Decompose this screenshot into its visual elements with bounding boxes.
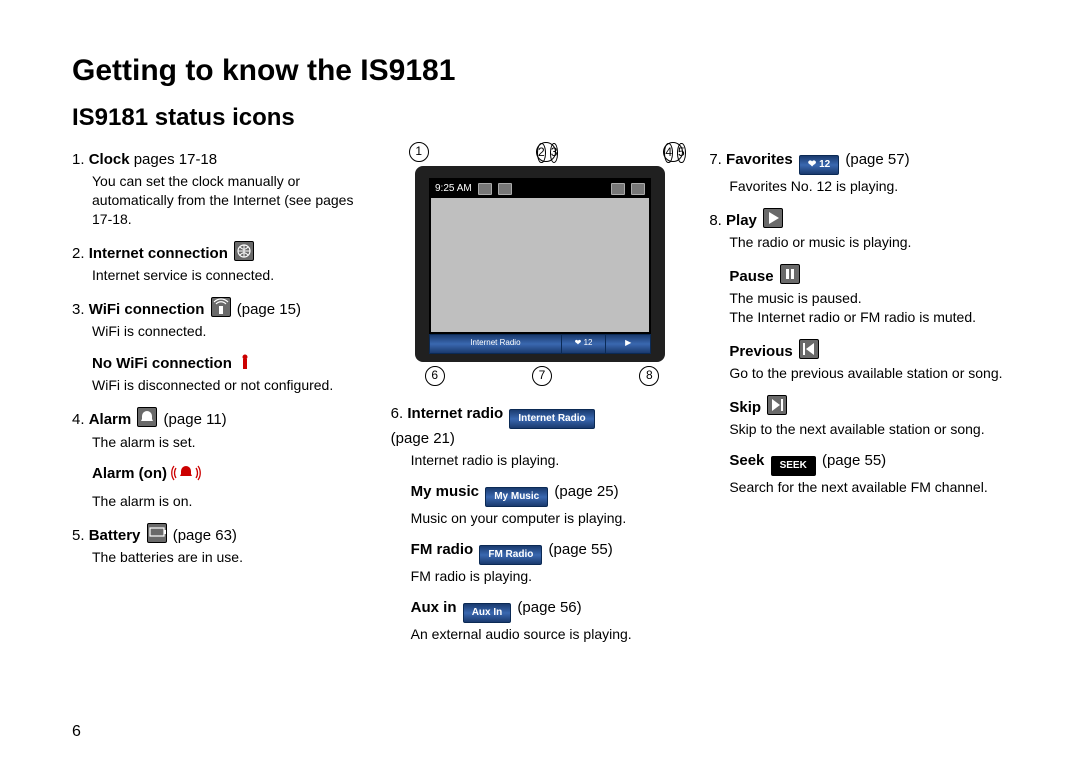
- item-description: Go to the previous available station or …: [729, 364, 1008, 383]
- list-item: No WiFi connection WiFi is disconnected …: [72, 353, 371, 395]
- list-item: Skip Skip to the next available station …: [709, 395, 1008, 439]
- device-diagram: 12345 9:25 AM In: [391, 142, 690, 386]
- bottom-seg-fav: ❤ 12: [562, 334, 607, 354]
- badge-aux-in: Aux In: [463, 603, 512, 623]
- list-item: 2. Internet connection Internet service …: [72, 241, 371, 285]
- item-heading: 2. Internet connection: [72, 241, 371, 264]
- item-heading: 1. Clock pages 17-18: [72, 150, 371, 170]
- item-description: The music is paused.The Internet radio o…: [729, 289, 1008, 327]
- globe-icon: [234, 241, 254, 261]
- badge-my-music: My Music: [485, 487, 548, 507]
- item-heading: 3. WiFi connection (page 15): [72, 297, 371, 320]
- item-description: The batteries are in use.: [92, 548, 371, 567]
- item-description: The alarm is set.: [92, 433, 371, 452]
- globe-icon: [478, 183, 492, 195]
- badge-seek: SEEK: [771, 456, 816, 476]
- item-heading: No WiFi connection: [92, 353, 371, 374]
- item-description: An external audio source is playing.: [411, 625, 690, 644]
- prev-icon: [799, 339, 819, 359]
- pause-icon: [780, 264, 800, 284]
- callout-6: 6: [425, 366, 445, 386]
- list-item: Seek SEEK (page 55) Search for the next a…: [709, 451, 1008, 497]
- item-description: The alarm is on.: [92, 492, 371, 511]
- play-icon: [763, 208, 783, 228]
- list-item: Alarm (on) The alarm is on.: [72, 463, 371, 510]
- no-wifi-icon: [236, 353, 254, 371]
- item-description: Skip to the next available station or so…: [729, 420, 1008, 439]
- list-item: 4. Alarm (page 11) The alarm is set.: [72, 407, 371, 451]
- item-heading: FM radio FM Radio (page 55): [411, 540, 690, 565]
- callout-7: 7: [532, 366, 552, 386]
- middle-column: 12345 9:25 AM In: [391, 142, 690, 656]
- wifi-icon: [498, 183, 512, 195]
- list-item: 3. WiFi connection (page 15) WiFi is conn…: [72, 297, 371, 341]
- callout-3: 3: [550, 143, 559, 163]
- callout-5: 5: [677, 143, 686, 163]
- callout-2: 2: [537, 143, 546, 163]
- list-item: 8. Play The radio or music is playing.: [709, 208, 1008, 252]
- list-item: Aux in Aux In (page 56) An external audio…: [391, 598, 690, 644]
- page-number: 6: [72, 723, 81, 741]
- device-status-bar: 9:25 AM: [431, 180, 649, 198]
- item-heading: Aux in Aux In (page 56): [411, 598, 690, 623]
- item-description: FM radio is playing.: [411, 567, 690, 586]
- alarm-icon: [137, 407, 157, 427]
- item-description: Search for the next available FM channel…: [729, 478, 1008, 497]
- item-heading: 8. Play: [709, 208, 1008, 231]
- list-item: FM radio FM Radio (page 55) FM radio is p…: [391, 540, 690, 586]
- item-heading: Previous: [729, 339, 1008, 362]
- left-column: 1. Clock pages 17-18You can set the cloc…: [72, 142, 371, 656]
- callout-1: 1: [409, 142, 429, 162]
- item-heading: My music My Music (page 25): [411, 482, 690, 507]
- list-item: 7. Favorites ❤ 12 (page 57) Favorites No.…: [709, 150, 1008, 196]
- badge-internet-radio: Internet Radio: [509, 409, 594, 429]
- item-description: Internet service is connected.: [92, 266, 371, 285]
- skip-icon: [767, 395, 787, 415]
- item-heading: 4. Alarm (page 11): [72, 407, 371, 430]
- item-heading: 7. Favorites ❤ 12 (page 57): [709, 150, 1008, 175]
- item-heading: Pause: [729, 264, 1008, 287]
- battery-icon: [147, 523, 167, 543]
- list-item: 1. Clock pages 17-18You can set the cloc…: [72, 150, 371, 229]
- battery-icon: [631, 183, 645, 195]
- list-item: 5. Battery (page 63) The batteries are in…: [72, 523, 371, 567]
- callouts-top: 1 23 45: [391, 142, 690, 162]
- bottom-seg-source: Internet Radio: [429, 334, 562, 354]
- item-description: WiFi is connected.: [92, 322, 371, 341]
- item-description: WiFi is disconnected or not configured.: [92, 376, 371, 395]
- item-heading: 6. Internet radio Internet Radio(page 21…: [391, 404, 690, 449]
- callouts-bottom: 6 7 8: [391, 366, 690, 386]
- wifi-icon: [211, 297, 231, 317]
- bottom-seg-play: ▶: [606, 334, 651, 354]
- device-clock: 9:25 AM: [435, 182, 472, 196]
- list-item: Pause The music is paused.The Internet r…: [709, 264, 1008, 327]
- item-heading: Seek SEEK (page 55): [729, 451, 1008, 476]
- item-heading: Alarm (on): [92, 463, 371, 489]
- alarm-icon: [611, 183, 625, 195]
- callout-8: 8: [639, 366, 659, 386]
- page-title: Getting to know the IS9181: [72, 54, 1008, 88]
- section-title: IS9181 status icons: [72, 104, 1008, 132]
- list-item: My music My Music (page 25) Music on your…: [391, 482, 690, 528]
- device-bottom-bar: Internet Radio ❤ 12 ▶: [429, 334, 651, 352]
- item-description: Internet radio is playing.: [411, 451, 690, 470]
- alarm-on-icon: [171, 463, 201, 489]
- list-item: Previous Go to the previous available st…: [709, 339, 1008, 383]
- badge-12: ❤ 12: [799, 155, 839, 175]
- right-column: 7. Favorites ❤ 12 (page 57) Favorites No.…: [709, 142, 1008, 656]
- list-item: 6. Internet radio Internet Radio(page 21…: [391, 404, 690, 470]
- item-description: You can set the clock manually or automa…: [92, 172, 371, 229]
- item-description: Favorites No. 12 is playing.: [729, 177, 1008, 196]
- badge-fm-radio: FM Radio: [479, 545, 542, 565]
- item-description: The radio or music is playing.: [729, 233, 1008, 252]
- item-description: Music on your computer is playing.: [411, 509, 690, 528]
- callout-4: 4: [664, 143, 673, 163]
- item-heading: 5. Battery (page 63): [72, 523, 371, 546]
- item-heading: Skip: [729, 395, 1008, 418]
